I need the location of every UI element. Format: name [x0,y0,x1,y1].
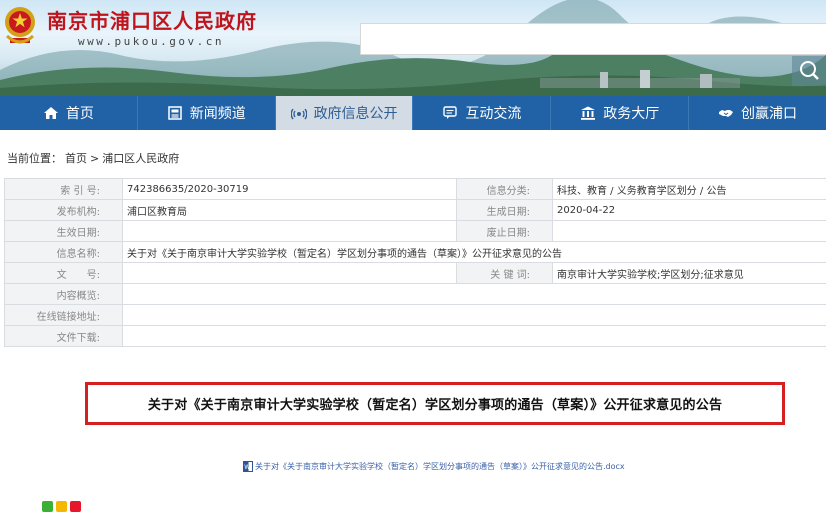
expire-date-value [552,220,826,242]
nav-item-label: 互动交流 [465,106,522,122]
qzone-share-icon[interactable] [56,501,67,512]
table-row: 索 引 号: 742386635/2020-30719 信息分类: 科技、教育 … [4,178,826,200]
nav-item-service-hall[interactable]: 政务大厅 [551,96,690,130]
created-date-value: 2020-04-22 [552,199,826,221]
nav-item-label: 新闻频道 [189,106,246,122]
index-label: 索 引 号: [4,178,123,200]
svg-text:W: W [244,464,250,471]
doc-title-highlight: 关于对《关于南京审计大学实验学校（暂定名）学区划分事项的通告（草案）》公开征求意… [85,382,785,425]
search-input[interactable] [360,23,826,55]
table-row: 文 号: 关 键 词: 南京审计大学实验学校;学区划分;征求意见 [4,262,826,284]
main-nav: 首页 新闻频道 政府信息公开 互动交流 政务大厅 创赢浦口 [0,96,826,130]
keywords-label: 关 键 词: [456,262,553,284]
file-download-label: 文件下载: [4,325,123,347]
info-name-value: 关于对《关于南京审计大学实验学校（暂定名）学区划分事项的通告（草案）》公开征求意… [122,241,826,263]
chat-icon [443,106,458,119]
weibo-share-icon[interactable] [70,501,81,512]
nav-item-label: 政务大厅 [603,106,660,122]
file-download-value [122,325,826,347]
nav-item-gov-info[interactable]: 政府信息公开 [275,96,414,130]
table-row: 生效日期: 废止日期: [4,220,826,242]
home-icon [43,107,58,119]
broadcast-icon [290,108,307,120]
wechat-share-icon[interactable] [42,501,53,512]
attachment-filename[interactable]: 关于对《关于南京审计大学实验学校（暂定名）学区划分事项的通告（草案）》公开征求意… [255,461,625,472]
effective-date-label: 生效日期: [4,220,123,242]
effective-date-value [122,220,457,242]
breadcrumb: 当前位置： 首页 > 浦口区人民政府 [7,150,182,166]
site-title[interactable]: 南京市浦口区人民政府 [47,5,257,34]
online-link-label: 在线链接地址: [4,304,123,326]
doc-number-value [122,262,457,284]
table-row: 文件下载: [4,325,826,347]
breadcrumb-prefix: 当前位置： [7,152,62,165]
news-icon [167,106,182,120]
category-value: 科技、教育 / 义务教育学区划分 / 公告 [552,178,826,200]
expire-date-label: 废止日期: [456,220,553,242]
site-url: www.pukou.gov.cn [78,35,224,48]
doc-number-label: 文 号: [4,262,123,284]
breadcrumb-current-link[interactable]: 浦口区人民政府 [102,152,179,165]
header-banner: 南京市浦口区人民政府 www.pukou.gov.cn [0,0,826,96]
created-date-label: 生成日期: [456,199,553,221]
national-emblem-icon [5,7,35,44]
category-label: 信息分类: [456,178,553,200]
index-value: 742386635/2020-30719 [122,178,457,200]
publisher-value: 浦口区教育局 [122,199,457,221]
table-row: 信息名称: 关于对《关于南京审计大学实验学校（暂定名）学区划分事项的通告（草案）… [4,241,826,263]
info-name-label: 信息名称: [4,241,123,263]
nav-item-interaction[interactable]: 互动交流 [413,96,552,130]
breadcrumb-home-link[interactable]: 首页 [65,152,87,165]
keywords-value: 南京审计大学实验学校;学区划分;征求意见 [552,262,826,284]
info-table: 索 引 号: 742386635/2020-30719 信息分类: 科技、教育 … [4,178,826,347]
summary-value [122,283,826,305]
online-link-value [122,304,826,326]
nav-item-label: 创赢浦口 [741,106,798,122]
page-title: 关于对《关于南京审计大学实验学校（暂定名）学区划分事项的通告（草案）》公开征求意… [147,398,723,413]
table-row: 内容概览: [4,283,826,305]
table-row: 发布机构: 浦口区教育局 生成日期: 2020-04-22 [4,199,826,221]
share-bar [42,501,81,512]
attachment-link[interactable]: W 关于对《关于南京审计大学实验学校（暂定名）学区划分事项的通告（草案）》公开征… [243,461,625,472]
summary-label: 内容概览: [4,283,123,305]
nav-item-news[interactable]: 新闻频道 [138,96,276,130]
breadcrumb-separator: > [90,152,100,165]
handshake-icon [719,110,734,117]
nav-item-pukou-win[interactable]: 创赢浦口 [689,96,826,130]
publisher-label: 发布机构: [4,199,123,221]
nav-item-home[interactable]: 首页 [0,96,138,130]
word-doc-icon: W [243,461,253,472]
nav-item-label: 政府信息公开 [313,106,398,122]
nav-item-label: 首页 [65,106,94,122]
building-icon [581,106,596,120]
table-row: 在线链接地址: [4,304,826,326]
search-icon[interactable] [792,56,826,86]
